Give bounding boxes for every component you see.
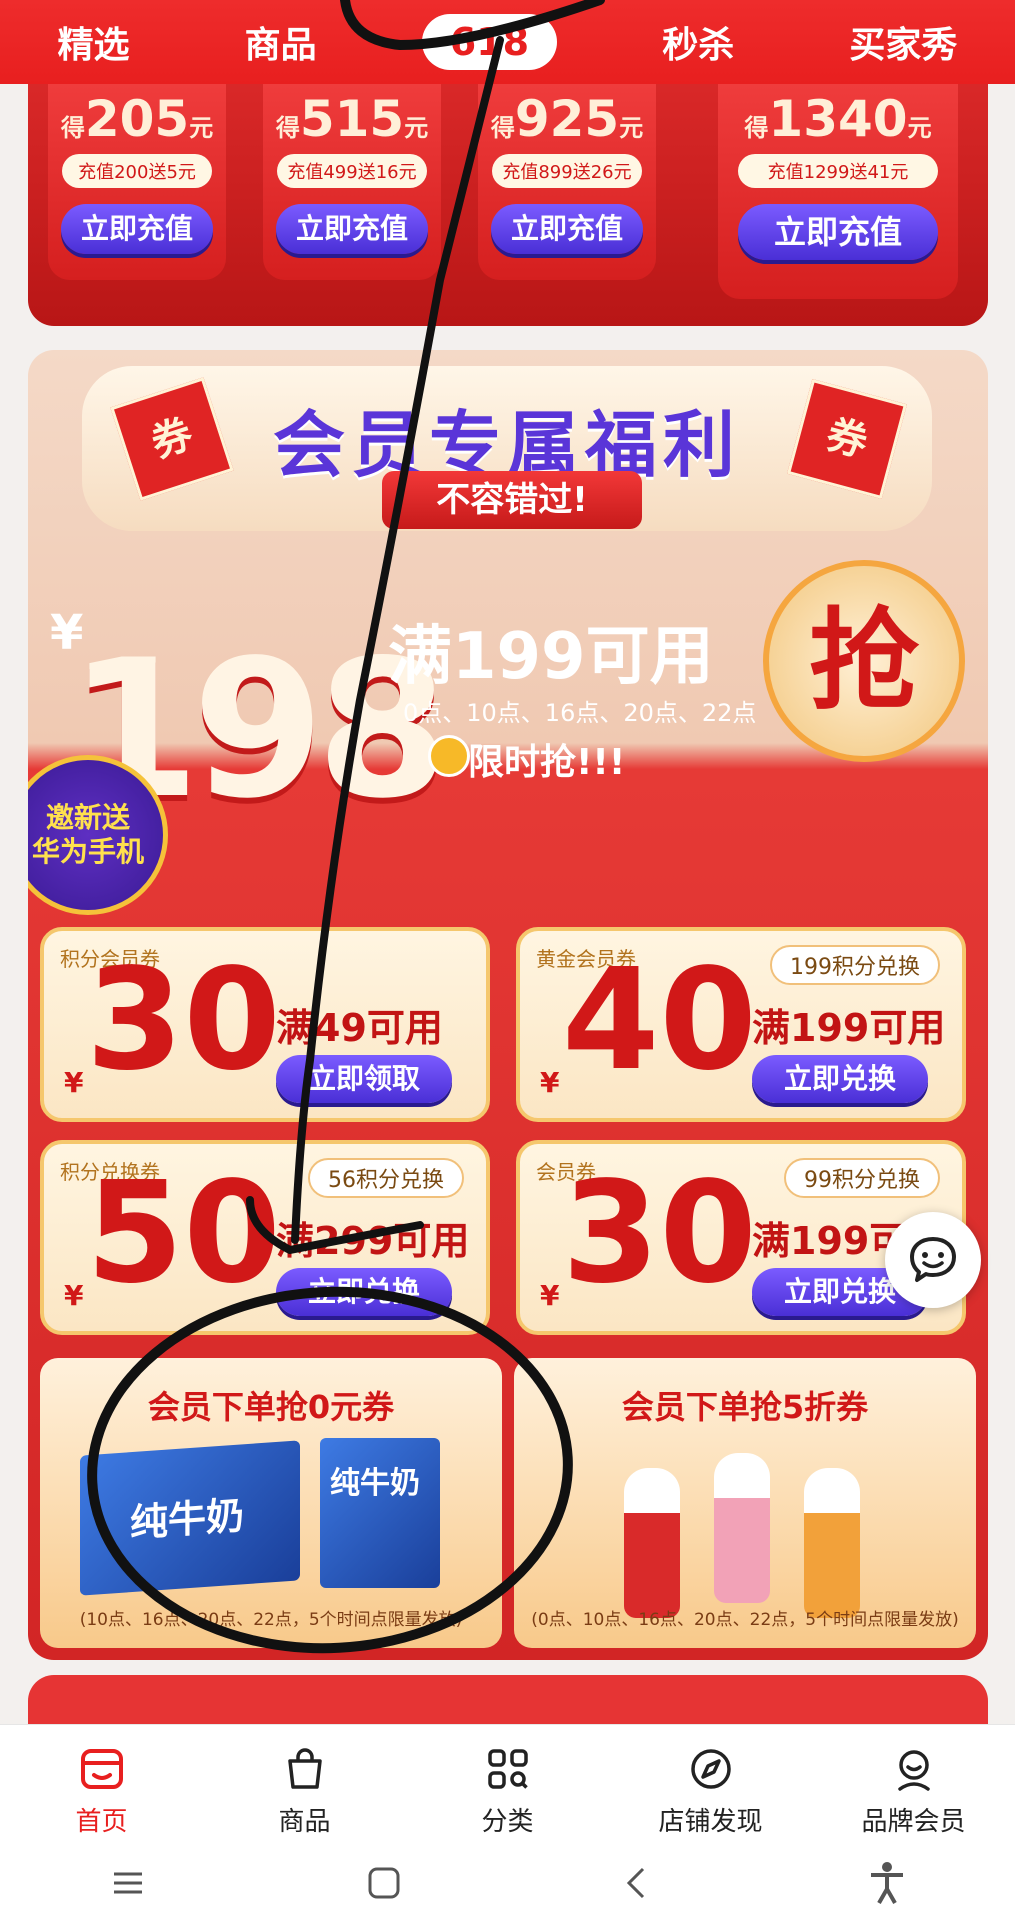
tab-618[interactable]: 618 — [421, 14, 558, 70]
flash-coupon[interactable]: ¥ 198 满199可用 0点、10点、16点、20点、22点 限时抢!!! 抢 — [28, 560, 988, 855]
tab-flash-sale[interactable]: 秒杀 — [652, 16, 744, 68]
tab-featured[interactable]: 精选 — [48, 16, 140, 68]
promo-half-price[interactable]: 会员下单抢5折券 (0点、10点、16点、20点、22点，5个时间点限量发放) — [514, 1358, 976, 1648]
voucher-amount: 30 — [562, 1152, 757, 1315]
recharge-amount: 得925元 — [490, 90, 644, 148]
milk-box-label: 纯牛奶 — [130, 1493, 245, 1546]
tab-label: 分类 — [481, 1807, 534, 1837]
recharge-card: 得515元 充值499送16元 立即充值 — [263, 84, 441, 280]
voucher-card[interactable]: 积分兑换券 56积分兑换 50 ¥ 满299可用 立即兑换 — [40, 1140, 490, 1335]
promo-zero-yuan[interactable]: 会员下单抢0元券 纯牛奶 纯牛奶 (10点、16点、20点、22点，5个时间点限… — [40, 1358, 502, 1648]
top-nav: 精选 商品 618 秒杀 买家秀 — [0, 0, 1015, 84]
recharge-amount: 得205元 — [60, 90, 214, 148]
recharge-amount: 得1340元 — [744, 90, 932, 148]
voucher-amount: 50 — [86, 1152, 281, 1315]
voucher-redeem-button[interactable]: 立即兑换 — [752, 1055, 928, 1103]
milk-box-image: 纯牛奶 — [80, 1440, 300, 1596]
home-button-icon[interactable] — [364, 1863, 404, 1903]
voucher-claim-button[interactable]: 立即领取 — [276, 1055, 452, 1103]
promo-title: 会员下单抢5折券 — [621, 1388, 869, 1426]
category-icon — [487, 1749, 528, 1789]
flash-times: 0点、10点、16点、20点、22点 — [403, 699, 757, 727]
yogurt-bottle-image — [624, 1468, 680, 1618]
bottom-tab-bar: 首页 商品 分类 店铺发现 品牌会员 — [0, 1724, 1015, 1845]
bag-icon — [287, 1748, 322, 1789]
recharge-note: 充值1299送41元 — [738, 154, 938, 188]
voucher-redeem-button[interactable]: 立即兑换 — [276, 1268, 452, 1316]
member-welfare-section: 会员专属福利 不容错过! 券 券 ¥ 198 满199可用 0点、10点、16点… — [28, 350, 988, 1660]
flash-limit: 限时抢!!! — [468, 742, 626, 783]
grab-button[interactable]: 抢 — [763, 560, 965, 762]
recharge-button[interactable]: 立即充值 — [738, 204, 938, 260]
voucher-points: 199积分兑换 — [770, 945, 940, 985]
tab-label: 品牌会员 — [861, 1807, 966, 1837]
voucher-condition: 满299可用 — [276, 1219, 470, 1263]
recharge-note: 充值499送16元 — [277, 154, 427, 188]
recharge-button[interactable]: 立即充值 — [61, 204, 213, 254]
voucher-amount: 30 — [86, 939, 281, 1102]
yogurt-bottle-image — [804, 1468, 860, 1618]
yogurt-bottle-image — [714, 1453, 770, 1603]
member-icon — [897, 1750, 930, 1791]
promo-title: 会员下单抢0元券 — [147, 1388, 395, 1426]
accessibility-icon[interactable] — [867, 1861, 907, 1905]
voucher-card[interactable]: 积分会员券 30 ¥ 满49可用 立即领取 — [40, 927, 490, 1122]
milk-box-label: 纯牛奶 — [330, 1466, 420, 1501]
tab-buyer-show[interactable]: 买家秀 — [839, 16, 967, 68]
chat-icon — [910, 1237, 956, 1282]
recharge-button[interactable]: 立即充值 — [276, 204, 428, 254]
order-promos: 会员下单抢0元券 纯牛奶 纯牛奶 (10点、16点、20点、22点，5个时间点限… — [40, 1358, 976, 1648]
recharge-note: 充值899送26元 — [492, 154, 642, 188]
voucher-condition: 满199可用 — [752, 1006, 946, 1050]
tab-category[interactable]: 分类 — [418, 1725, 598, 1845]
voucher-points: 99积分兑换 — [784, 1158, 940, 1198]
tab-label: 店铺发现 — [658, 1807, 763, 1837]
promo-note: (0点、10点、16点、20点、22点，5个时间点限量发放) — [531, 1610, 959, 1630]
tab-brand-member[interactable]: 品牌会员 — [824, 1725, 1004, 1845]
tab-label: 商品 — [278, 1807, 331, 1837]
recharge-card: 得1340元 充值1299送41元 立即充值 — [718, 84, 958, 299]
customer-service-button[interactable] — [885, 1212, 981, 1308]
recharge-note: 充值200送5元 — [62, 154, 212, 188]
voucher-points: 56积分兑换 — [308, 1158, 464, 1198]
voucher-currency: ¥ — [64, 1066, 84, 1099]
home-icon — [80, 1749, 123, 1789]
badge-line-2: 华为手机 — [31, 835, 144, 868]
menu-icon[interactable] — [108, 1868, 148, 1898]
milk-box-image: 纯牛奶 — [320, 1438, 440, 1588]
badge-line-1: 邀新送 — [45, 801, 130, 835]
recharge-button[interactable]: 立即充值 — [491, 204, 643, 254]
tab-products[interactable]: 商品 — [235, 16, 327, 68]
alarm-clock-icon — [428, 735, 470, 777]
flash-condition: 满199可用 — [388, 620, 714, 694]
recharge-amount: 得515元 — [275, 90, 429, 148]
voucher-currency: ¥ — [540, 1066, 560, 1099]
recharge-card: 得205元 充值200送5元 立即充值 — [48, 84, 226, 280]
tab-label: 首页 — [75, 1807, 128, 1837]
system-nav-bar — [0, 1845, 1015, 1920]
voucher-amount: 40 — [562, 939, 757, 1102]
welfare-subtitle: 不容错过! — [382, 471, 642, 529]
recharge-section: 得205元 充值200送5元 立即充值 得515元 充值499送16元 立即充值… — [28, 84, 988, 326]
recharge-card: 得925元 充值899送26元 立即充值 — [478, 84, 656, 280]
voucher-currency: ¥ — [540, 1279, 560, 1312]
voucher-currency: ¥ — [64, 1279, 84, 1312]
tab-home[interactable]: 首页 — [12, 1725, 192, 1845]
voucher-condition: 满49可用 — [276, 1006, 443, 1050]
discover-icon — [690, 1749, 731, 1789]
promo-note: (10点、16点、20点、22点，5个时间点限量发放) — [79, 1610, 463, 1630]
tab-products-bottom[interactable]: 商品 — [215, 1725, 395, 1845]
voucher-card[interactable]: 黄金会员券 199积分兑换 40 ¥ 满199可用 立即兑换 — [516, 927, 966, 1122]
back-icon[interactable] — [621, 1863, 651, 1903]
tab-discover[interactable]: 店铺发现 — [621, 1725, 801, 1845]
